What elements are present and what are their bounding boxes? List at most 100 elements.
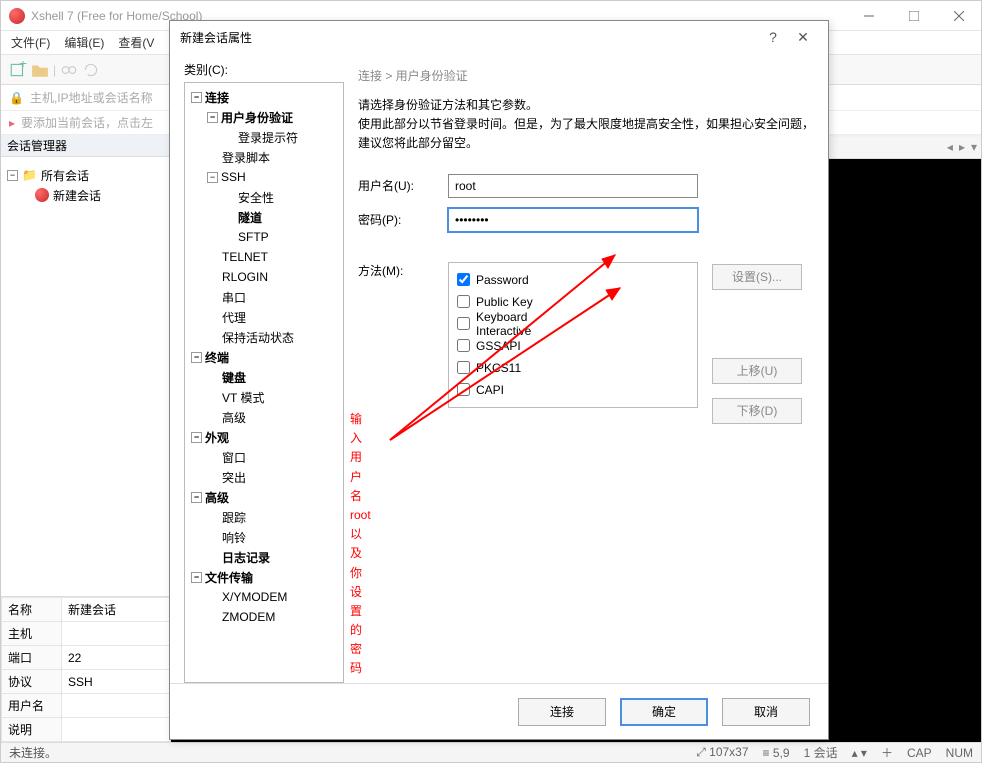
category-item[interactable]: 安全性 (187, 187, 341, 207)
breadcrumb: 连接 > 用户身份验证 (358, 67, 814, 84)
method-option[interactable]: Password (457, 269, 547, 291)
expand-icon[interactable]: − (191, 492, 202, 503)
category-item-label: 登录脚本 (222, 149, 270, 166)
category-item[interactable]: 高级 (187, 407, 341, 427)
session-tree[interactable]: − 📁 所有会话 新建会话 (1, 159, 170, 211)
expand-icon[interactable]: − (191, 92, 202, 103)
link-icon[interactable] (60, 61, 78, 79)
connect-button[interactable]: 连接 (518, 698, 606, 726)
method-option[interactable]: Keyboard Interactive (457, 313, 547, 335)
prop-value[interactable] (62, 622, 171, 646)
status-updown-icon[interactable]: ▴ ▾ (852, 746, 867, 760)
category-item[interactable]: −终端 (187, 347, 341, 367)
method-list[interactable]: PasswordPublic KeyKeyboard InteractiveGS… (448, 262, 698, 408)
app-logo-icon (9, 8, 25, 24)
category-item[interactable]: 串口 (187, 287, 341, 307)
reconnect-icon[interactable] (82, 61, 100, 79)
category-item-label: 外观 (205, 429, 229, 446)
method-checkbox[interactable] (457, 383, 470, 396)
category-item-label: 跟踪 (222, 509, 246, 526)
category-item-label: 高级 (222, 409, 246, 426)
new-session-icon[interactable]: + (9, 61, 27, 79)
category-item[interactable]: 突出 (187, 467, 341, 487)
category-item-label: 高级 (205, 489, 229, 506)
category-item[interactable]: 日志记录 (187, 547, 341, 567)
dialog-help-button[interactable]: ? (758, 29, 788, 45)
tab-next-icon[interactable]: ▸ (959, 140, 965, 154)
prop-value[interactable] (62, 718, 171, 742)
prop-value[interactable]: 22 (62, 646, 171, 670)
expand-icon[interactable]: − (207, 112, 218, 123)
category-item[interactable]: 登录提示符 (187, 127, 341, 147)
category-item-label: TELNET (222, 250, 268, 264)
expand-icon[interactable]: − (191, 572, 202, 583)
category-item[interactable]: RLOGIN (187, 267, 341, 287)
category-item[interactable]: ZMODEM (187, 607, 341, 627)
category-item[interactable]: 跟踪 (187, 507, 341, 527)
category-item-label: 保持活动状态 (222, 329, 294, 346)
category-item[interactable]: −文件传输 (187, 567, 341, 587)
category-item[interactable]: TELNET (187, 247, 341, 267)
move-down-button[interactable]: 下移(D) (712, 398, 802, 424)
category-item[interactable]: −SSH (187, 167, 341, 187)
maximize-button[interactable] (891, 1, 936, 31)
method-checkbox[interactable] (457, 317, 470, 330)
settings-button[interactable]: 设置(S)... (712, 264, 802, 290)
collapse-icon[interactable]: − (7, 170, 18, 181)
category-tree[interactable]: −连接−用户身份验证登录提示符登录脚本−SSH安全性隧道SFTP TELNET RL… (184, 82, 344, 683)
method-checkbox[interactable] (457, 295, 470, 308)
method-checkbox[interactable] (457, 361, 470, 374)
minimize-button[interactable] (846, 1, 891, 31)
category-item[interactable]: 窗口 (187, 447, 341, 467)
category-item-label: X/YMODEM (222, 590, 287, 604)
menu-view[interactable]: 查看(V (118, 34, 154, 51)
category-item[interactable]: −高级 (187, 487, 341, 507)
method-option[interactable]: CAPI (457, 379, 547, 401)
category-item[interactable]: −用户身份验证 (187, 107, 341, 127)
prop-label: 端口 (2, 646, 62, 670)
tab-menu-icon[interactable]: ▾ (971, 140, 977, 154)
tab-prev-icon[interactable]: ◂ (947, 140, 953, 154)
menu-edit[interactable]: 编辑(E) (64, 34, 104, 51)
password-input[interactable] (448, 208, 698, 232)
method-label: Password (476, 273, 529, 287)
method-checkbox[interactable] (457, 273, 470, 286)
category-item[interactable]: 键盘 (187, 367, 341, 387)
category-item[interactable]: X/YMODEM (187, 587, 341, 607)
close-button[interactable] (936, 1, 981, 31)
prop-value[interactable]: 新建会话 (62, 598, 171, 622)
category-item[interactable]: SFTP (187, 227, 341, 247)
category-item[interactable]: 保持活动状态 (187, 327, 341, 347)
status-cap: CAP (907, 746, 932, 760)
category-item[interactable]: 响铃 (187, 527, 341, 547)
category-item[interactable]: VT 模式 (187, 387, 341, 407)
method-option[interactable]: PKCS11 (457, 357, 547, 379)
open-icon[interactable] (31, 61, 49, 79)
dialog-close-button[interactable]: ✕ (788, 29, 818, 46)
method-option[interactable]: GSSAPI (457, 335, 547, 357)
category-item[interactable]: −连接 (187, 87, 341, 107)
category-item[interactable]: 登录脚本 (187, 147, 341, 167)
category-item[interactable]: 隧道 (187, 207, 341, 227)
category-item[interactable]: 代理 (187, 307, 341, 327)
move-up-button[interactable]: 上移(U) (712, 358, 802, 384)
expand-icon[interactable]: − (191, 352, 202, 363)
expand-icon[interactable]: − (191, 432, 202, 443)
prop-value[interactable] (62, 694, 171, 718)
method-checkbox[interactable] (457, 339, 470, 352)
tree-item[interactable]: 新建会话 (7, 185, 164, 205)
expand-icon[interactable]: − (207, 172, 218, 183)
tree-root[interactable]: − 📁 所有会话 (7, 165, 164, 185)
category-item-label: 串口 (222, 289, 246, 306)
username-input[interactable] (448, 174, 698, 198)
cancel-button[interactable]: 取消 (722, 698, 810, 726)
ok-button[interactable]: 确定 (620, 698, 708, 726)
svg-text:+: + (19, 61, 27, 71)
category-item[interactable]: −外观 (187, 427, 341, 447)
prop-value[interactable]: SSH (62, 670, 171, 694)
menu-file[interactable]: 文件(F) (11, 34, 50, 51)
category-item-label: 日志记录 (222, 549, 270, 566)
status-connection: 未连接。 (9, 744, 57, 761)
status-plus-icon[interactable]: ＋ (881, 744, 893, 761)
category-item-label: 终端 (205, 349, 229, 366)
